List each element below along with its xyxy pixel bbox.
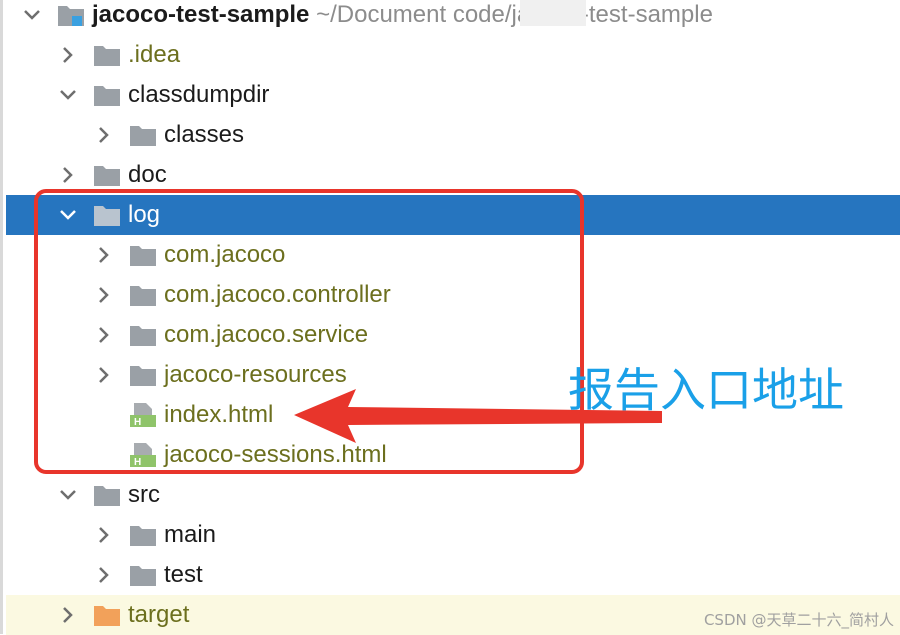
annotation-text: 报告入口地址 — [568, 363, 844, 417]
folder-icon — [92, 82, 122, 108]
tree-item-label: classes — [164, 121, 245, 148]
redacted-path-mask — [520, 0, 586, 26]
tree-row-test[interactable]: test — [6, 555, 900, 595]
chevron-right-icon[interactable] — [92, 123, 116, 147]
folder-icon — [92, 602, 122, 628]
tree-row-src[interactable]: src — [6, 475, 900, 515]
chevron-down-icon[interactable] — [20, 3, 44, 27]
project-name: jacoco-test-sample ~/Document code/jacoc… — [92, 0, 713, 30]
chevron-down-icon[interactable] — [56, 483, 80, 507]
folder-icon — [128, 122, 158, 148]
project-path: ~/Document code/jacoco-test-sample — [316, 1, 713, 28]
folder-icon — [128, 562, 158, 588]
folder-icon — [92, 162, 122, 188]
chevron-down-icon[interactable] — [56, 83, 80, 107]
chevron-right-icon[interactable] — [56, 163, 80, 187]
tree-row-idea[interactable]: .idea — [6, 35, 900, 75]
folder-icon — [92, 482, 122, 508]
tree-item-label: target — [128, 601, 190, 628]
tree-row-classdumpdir[interactable]: classdumpdir — [6, 75, 900, 115]
folder-icon — [128, 522, 158, 548]
tree-item-label: classdumpdir — [128, 81, 270, 108]
tree-item-label: doc — [128, 161, 167, 188]
tree-row-project-root[interactable]: jacoco-test-sample ~/Document code/jacoc… — [6, 0, 900, 35]
tree-item-label: main — [164, 521, 217, 548]
chevron-right-icon[interactable] — [92, 523, 116, 547]
watermark: CSDN @天草二十六_简村人 — [703, 611, 894, 629]
module-icon — [56, 2, 86, 28]
folder-icon — [92, 42, 122, 68]
tree-item-label: .idea — [128, 41, 181, 68]
tree-row-main[interactable]: main — [6, 515, 900, 555]
tree-item-label: test — [164, 561, 203, 588]
project-name-text: jacoco-test-sample — [92, 1, 310, 28]
chevron-right-icon[interactable] — [56, 43, 80, 67]
tree-item-label: src — [128, 481, 160, 508]
chevron-right-icon[interactable] — [92, 563, 116, 587]
chevron-right-icon[interactable] — [56, 603, 80, 627]
tree-row-classes[interactable]: classes — [6, 115, 900, 155]
